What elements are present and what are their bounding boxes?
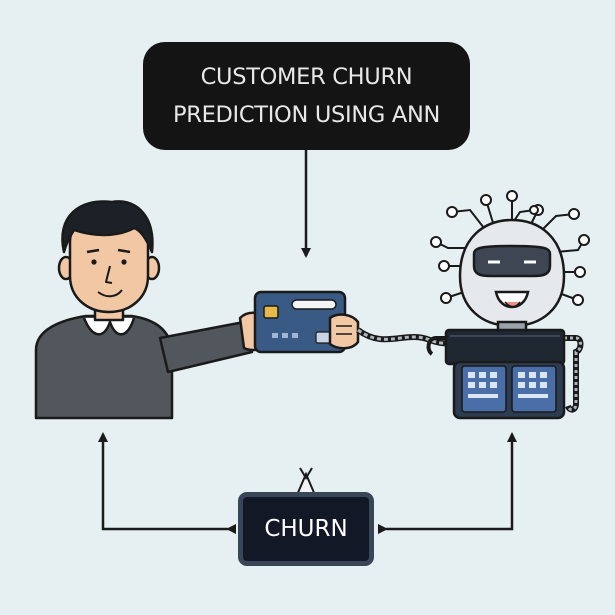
- arrow-churn-to-robot: [378, 432, 517, 534]
- warning-triangle-icon: [295, 467, 317, 496]
- churn-box: CHURN: [238, 492, 374, 566]
- title-line-1: CUSTOMER CHURN: [200, 64, 413, 90]
- diagram: CUSTOMER CHURN PREDICTION USING ANN CHUR…: [0, 0, 615, 615]
- customer-person-icon: [34, 200, 274, 420]
- title-box: CUSTOMER CHURN PREDICTION USING ANN: [143, 42, 470, 150]
- churn-label: CHURN: [264, 516, 348, 542]
- robot-ann-icon: [426, 190, 590, 420]
- title-line-2: PREDICTION USING ANN: [172, 102, 441, 128]
- credit-card-icon: [253, 290, 360, 354]
- arrow-churn-to-customer: [98, 432, 236, 534]
